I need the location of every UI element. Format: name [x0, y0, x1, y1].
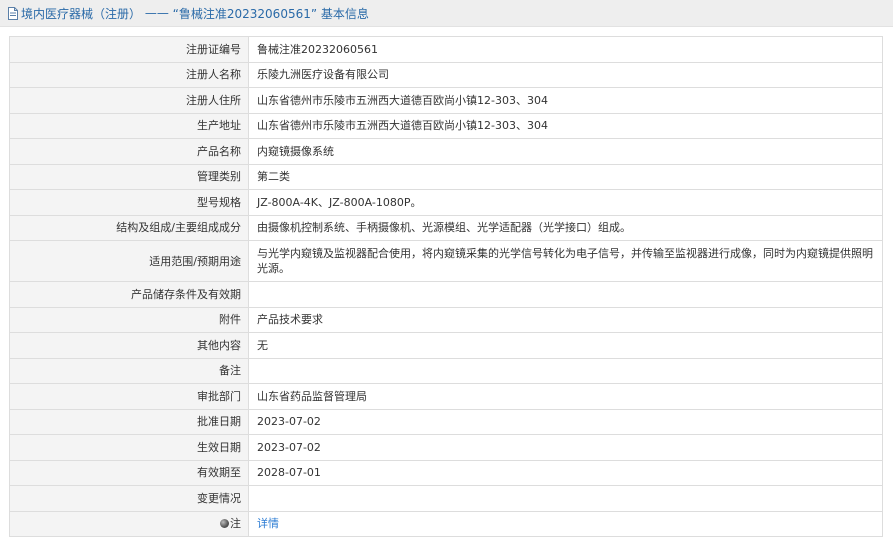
table-row: 注册证编号 鲁械注准20232060561	[9, 36, 883, 63]
table-row: 结构及组成/主要组成成分 由摄像机控制系统、手柄摄像机、光源模组、光学适配器（光…	[9, 214, 883, 241]
table-row: 变更情况	[9, 485, 883, 512]
row-label: 有效期至	[9, 459, 249, 486]
document-icon	[7, 6, 19, 20]
row-label: 其他内容	[9, 332, 249, 359]
row-label: 审批部门	[9, 383, 249, 410]
table-row: 其他内容 无	[9, 332, 883, 359]
row-value	[248, 357, 883, 384]
row-label: 产品储存条件及有效期	[9, 281, 249, 308]
row-label: 生产地址	[9, 112, 249, 139]
table-row: 备注	[9, 357, 883, 384]
table-row: 有效期至 2028-07-01	[9, 459, 883, 486]
header-separator: ——	[141, 6, 173, 20]
table-row: 管理类别 第二类	[9, 163, 883, 190]
row-label: 附件	[9, 306, 249, 333]
note-row: 注 详情	[9, 510, 883, 537]
row-value: 由摄像机控制系统、手柄摄像机、光源模组、光学适配器（光学接口）组成。	[248, 214, 883, 241]
row-label: 产品名称	[9, 138, 249, 165]
header-title-suffix: 基本信息	[317, 6, 369, 21]
row-value: JZ-800A-4K、JZ-800A-1080P。	[248, 189, 883, 216]
row-value: 产品技术要求	[248, 306, 883, 333]
row-label: 结构及组成/主要组成成分	[9, 214, 249, 241]
device-info-table: 注册证编号 鲁械注准20232060561 注册人名称 乐陵九洲医疗设备有限公司…	[9, 36, 883, 537]
table-row: 批准日期 2023-07-02	[9, 408, 883, 435]
row-value: 2023-07-02	[248, 434, 883, 461]
row-label: 型号规格	[9, 189, 249, 216]
table-row: 注册人名称 乐陵九洲医疗设备有限公司	[9, 61, 883, 88]
row-value: 山东省德州市乐陵市五洲西大道德百欧尚小镇12-303、304	[248, 87, 883, 114]
row-label: 变更情况	[9, 485, 249, 512]
table-row: 产品储存条件及有效期	[9, 281, 883, 308]
note-label: 注	[230, 517, 241, 531]
note-label-cell: 注	[9, 510, 249, 537]
row-value	[248, 281, 883, 308]
row-value: 无	[248, 332, 883, 359]
table-row: 审批部门 山东省药品监督管理局	[9, 383, 883, 410]
details-link[interactable]: 详情	[257, 517, 279, 530]
table-row: 生产地址 山东省德州市乐陵市五洲西大道德百欧尚小镇12-303、304	[9, 112, 883, 139]
row-label: 备注	[9, 357, 249, 384]
row-value: 乐陵九洲医疗设备有限公司	[248, 61, 883, 88]
table-row: 附件 产品技术要求	[9, 306, 883, 333]
row-label: 注册人名称	[9, 61, 249, 88]
row-label: 注册证编号	[9, 36, 249, 63]
page-header: 境内医疗器械（注册） —— “鲁械注准20232060561” 基本信息	[0, 0, 893, 27]
row-label: 适用范围/预期用途	[9, 240, 249, 282]
table-row: 适用范围/预期用途 与光学内窥镜及监视器配合使用，将内窥镜采集的光学信号转化为电…	[9, 240, 883, 282]
header-record-number: “鲁械注准20232060561”	[172, 6, 318, 21]
row-value: 2028-07-01	[248, 459, 883, 486]
row-label: 管理类别	[9, 163, 249, 190]
table-row: 产品名称 内窥镜摄像系统	[9, 138, 883, 165]
row-label: 批准日期	[9, 408, 249, 435]
header-title-prefix: 境内医疗器械（注册）	[21, 6, 142, 21]
table-row: 生效日期 2023-07-02	[9, 434, 883, 461]
row-value: 内窥镜摄像系统	[248, 138, 883, 165]
row-label: 生效日期	[9, 434, 249, 461]
table-row: 注册人住所 山东省德州市乐陵市五洲西大道德百欧尚小镇12-303、304	[9, 87, 883, 114]
row-value	[248, 485, 883, 512]
row-value: 山东省德州市乐陵市五洲西大道德百欧尚小镇12-303、304	[248, 112, 883, 139]
row-label: 注册人住所	[9, 87, 249, 114]
row-value: 山东省药品监督管理局	[248, 383, 883, 410]
note-value-cell: 详情	[248, 510, 883, 537]
row-value: 2023-07-02	[248, 408, 883, 435]
row-value: 鲁械注准20232060561	[248, 36, 883, 63]
row-value: 与光学内窥镜及监视器配合使用，将内窥镜采集的光学信号转化为电子信号，并传输至监视…	[248, 240, 883, 282]
table-row: 型号规格 JZ-800A-4K、JZ-800A-1080P。	[9, 189, 883, 216]
note-bullet-icon	[220, 519, 229, 529]
row-value: 第二类	[248, 163, 883, 190]
